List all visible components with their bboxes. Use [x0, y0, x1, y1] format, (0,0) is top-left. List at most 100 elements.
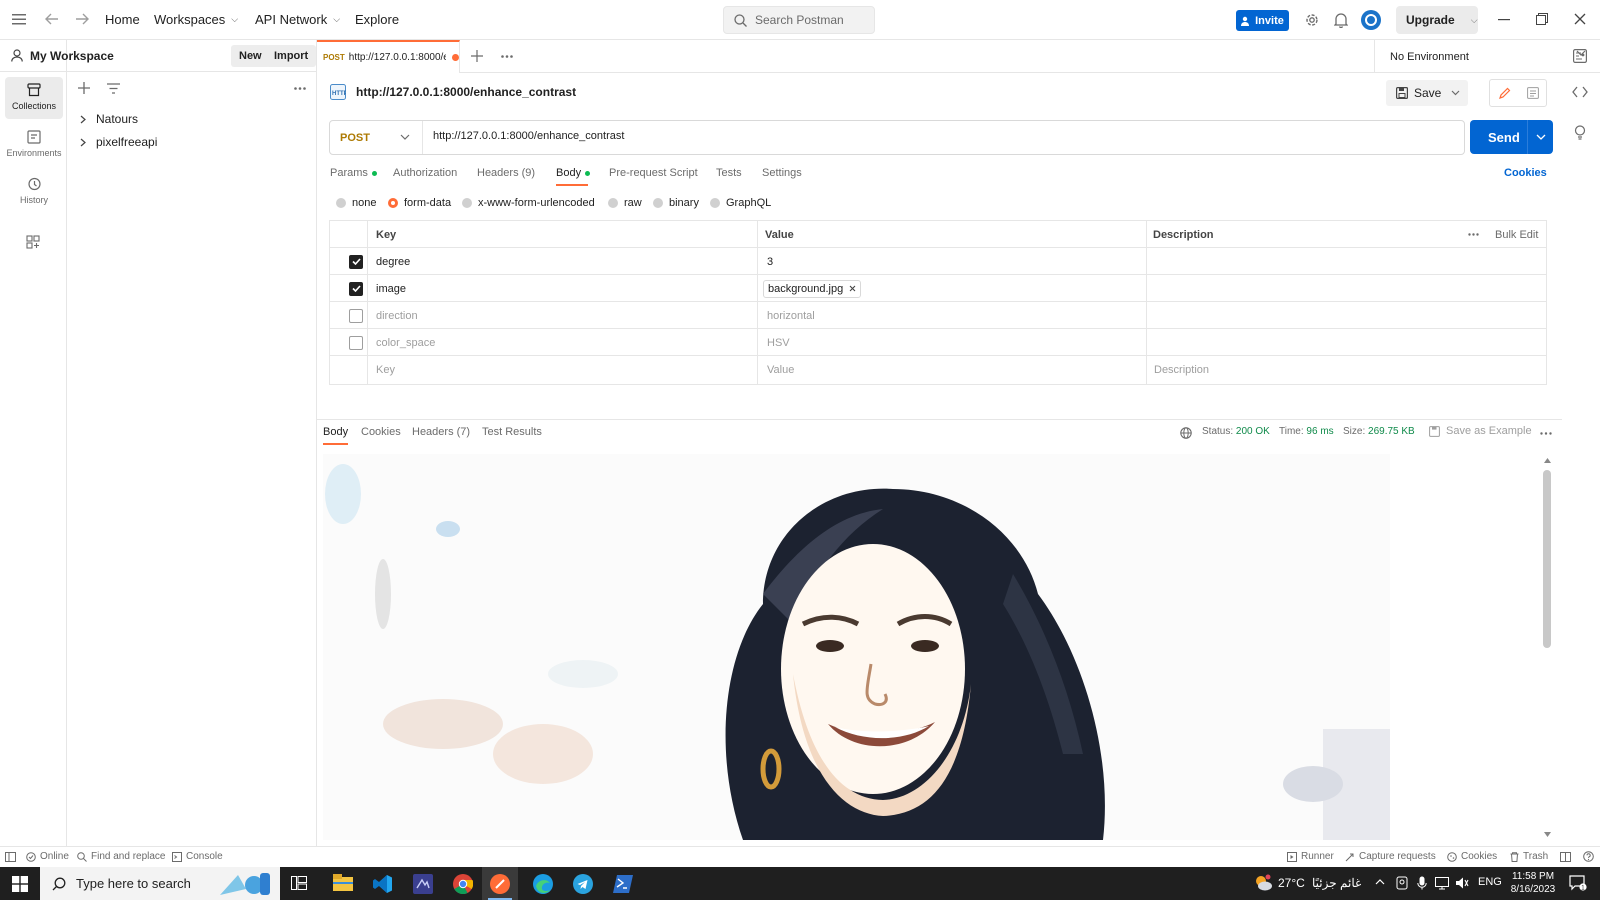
response-size[interactable]: Size: 269.75 KB: [1343, 426, 1415, 437]
rail-item-environments[interactable]: Environments: [5, 124, 63, 166]
find-and-replace-button[interactable]: Find and replace: [77, 851, 166, 862]
nav-explore[interactable]: Explore: [355, 12, 399, 27]
row-key[interactable]: color_space: [376, 329, 435, 356]
body-type-none[interactable]: none: [336, 197, 376, 209]
request-title[interactable]: http://127.0.0.1:8000/enhance_contrast: [356, 85, 576, 99]
scroll-up-arrow-icon[interactable]: [1544, 458, 1551, 463]
online-status[interactable]: Online: [26, 851, 69, 862]
description-placeholder-input[interactable]: Description: [1154, 356, 1209, 383]
chevron-down-icon[interactable]: [1536, 134, 1546, 140]
collection-item-pixelfreeapi[interactable]: pixelfreeapi: [80, 135, 157, 149]
rail-item-collections[interactable]: Collections: [5, 77, 63, 119]
cookies-link[interactable]: Cookies: [1504, 167, 1547, 179]
console-button[interactable]: Console: [172, 851, 223, 862]
weather-icon[interactable]: [1253, 874, 1273, 892]
add-collection-icon[interactable]: [78, 82, 90, 94]
edge-icon[interactable]: [533, 874, 553, 894]
save-as-example-button[interactable]: Save as Example: [1429, 425, 1532, 437]
avatar[interactable]: [1361, 10, 1381, 30]
scroll-down-arrow-icon[interactable]: [1544, 832, 1551, 837]
postman-taskbar-button-active[interactable]: [482, 867, 518, 900]
chrome-icon[interactable]: [453, 874, 473, 894]
value-placeholder-input[interactable]: Value: [767, 356, 794, 383]
response-tab-cookies[interactable]: Cookies: [361, 426, 401, 438]
tab-pre-request-script[interactable]: Pre-request Script: [609, 167, 698, 179]
help-icon[interactable]: [1583, 851, 1594, 862]
back-arrow-icon[interactable]: [45, 13, 59, 25]
minimize-window-icon[interactable]: [1498, 19, 1510, 21]
capture-requests-button[interactable]: Capture requests: [1345, 851, 1436, 862]
rail-item-history[interactable]: History: [5, 171, 63, 213]
forward-arrow-icon[interactable]: [75, 13, 89, 25]
body-type-raw[interactable]: raw: [608, 197, 642, 209]
notification-center-icon[interactable]: 1: [1569, 875, 1587, 891]
powershell-icon[interactable]: [613, 875, 633, 893]
row-checkbox[interactable]: [349, 329, 363, 356]
filter-icon[interactable]: [107, 83, 120, 94]
response-tab-body[interactable]: Body: [323, 426, 348, 438]
vscode-icon[interactable]: [373, 874, 393, 894]
maximize-window-icon[interactable]: [1536, 13, 1548, 25]
response-more-icon[interactable]: [1540, 432, 1552, 435]
response-tab-headers[interactable]: Headers (7): [412, 426, 470, 438]
row-checkbox[interactable]: [349, 248, 363, 275]
send-button[interactable]: Send: [1470, 120, 1553, 154]
taskbar-search-input[interactable]: Type here to search: [40, 867, 280, 900]
tab-params[interactable]: Params: [330, 167, 377, 179]
two-pane-view-icon[interactable]: [1560, 852, 1571, 862]
weather-temperature[interactable]: 27°C: [1278, 876, 1305, 890]
body-type-binary[interactable]: binary: [653, 197, 699, 209]
response-status[interactable]: Status: 200 OK: [1202, 426, 1270, 437]
body-type-graphql[interactable]: GraphQL: [710, 197, 771, 209]
input-language[interactable]: ENG: [1478, 876, 1502, 888]
network-icon[interactable]: [1435, 876, 1449, 890]
collections-filter-input[interactable]: [123, 78, 283, 98]
tab-authorization[interactable]: Authorization: [393, 167, 457, 179]
toggle-sidebar-icon[interactable]: [5, 852, 16, 862]
bulk-edit-button[interactable]: Bulk Edit: [1495, 221, 1538, 248]
tab-tests[interactable]: Tests: [716, 167, 742, 179]
scroll-thumb[interactable]: [1543, 470, 1551, 648]
invite-button[interactable]: Invite: [1236, 10, 1289, 31]
row-key[interactable]: direction: [376, 302, 418, 329]
settings-gear-icon[interactable]: [1304, 12, 1320, 28]
row-value[interactable]: 3: [767, 248, 773, 275]
url-input[interactable]: http://127.0.0.1:8000/enhance_contrast: [433, 130, 624, 142]
search-input[interactable]: Search Postman: [723, 6, 875, 34]
row-checkbox[interactable]: [349, 275, 363, 302]
cookies-button[interactable]: Cookies: [1447, 851, 1497, 862]
file-chip[interactable]: background.jpg: [763, 279, 862, 298]
documentation-icon[interactable]: [1527, 87, 1539, 99]
response-time[interactable]: Time: 96 ms: [1279, 426, 1334, 437]
windows-start-icon[interactable]: [12, 876, 28, 892]
configure-sidebar-icon[interactable]: [26, 235, 40, 249]
row-key[interactable]: degree: [376, 248, 410, 275]
file-explorer-icon[interactable]: [333, 874, 353, 892]
save-button[interactable]: Save: [1386, 80, 1468, 106]
table-more-icon[interactable]: [1468, 221, 1479, 248]
globe-icon[interactable]: [1180, 427, 1192, 439]
tab-settings[interactable]: Settings: [762, 167, 802, 179]
row-value[interactable]: HSV: [767, 329, 790, 356]
code-snippet-icon[interactable]: [1572, 86, 1588, 98]
tab-body[interactable]: Body: [556, 167, 591, 179]
trash-button[interactable]: Trash: [1510, 851, 1548, 862]
terminal-app-icon[interactable]: [413, 874, 433, 894]
row-key[interactable]: image: [376, 275, 406, 302]
remove-file-icon[interactable]: [849, 285, 856, 292]
system-clock[interactable]: 11:58 PM 8/16/2023: [1509, 870, 1557, 896]
lightbulb-icon[interactable]: [1574, 125, 1586, 140]
tab-headers[interactable]: Headers (9): [477, 167, 535, 179]
menu-icon[interactable]: [12, 13, 26, 25]
microphone-icon[interactable]: [1417, 876, 1427, 890]
weather-description[interactable]: غائم جزئيًا: [1312, 876, 1361, 890]
method-select[interactable]: POST: [330, 121, 423, 154]
more-options-icon[interactable]: [294, 87, 306, 90]
volume-icon[interactable]: [1455, 876, 1469, 890]
response-tab-test-results[interactable]: Test Results: [482, 426, 542, 438]
collection-item-natours[interactable]: Natours: [80, 112, 138, 126]
edit-pencil-icon[interactable]: [1499, 87, 1511, 99]
telegram-icon[interactable]: [573, 874, 593, 894]
task-view-icon[interactable]: [291, 876, 307, 890]
new-tab-plus-icon[interactable]: [471, 50, 483, 62]
